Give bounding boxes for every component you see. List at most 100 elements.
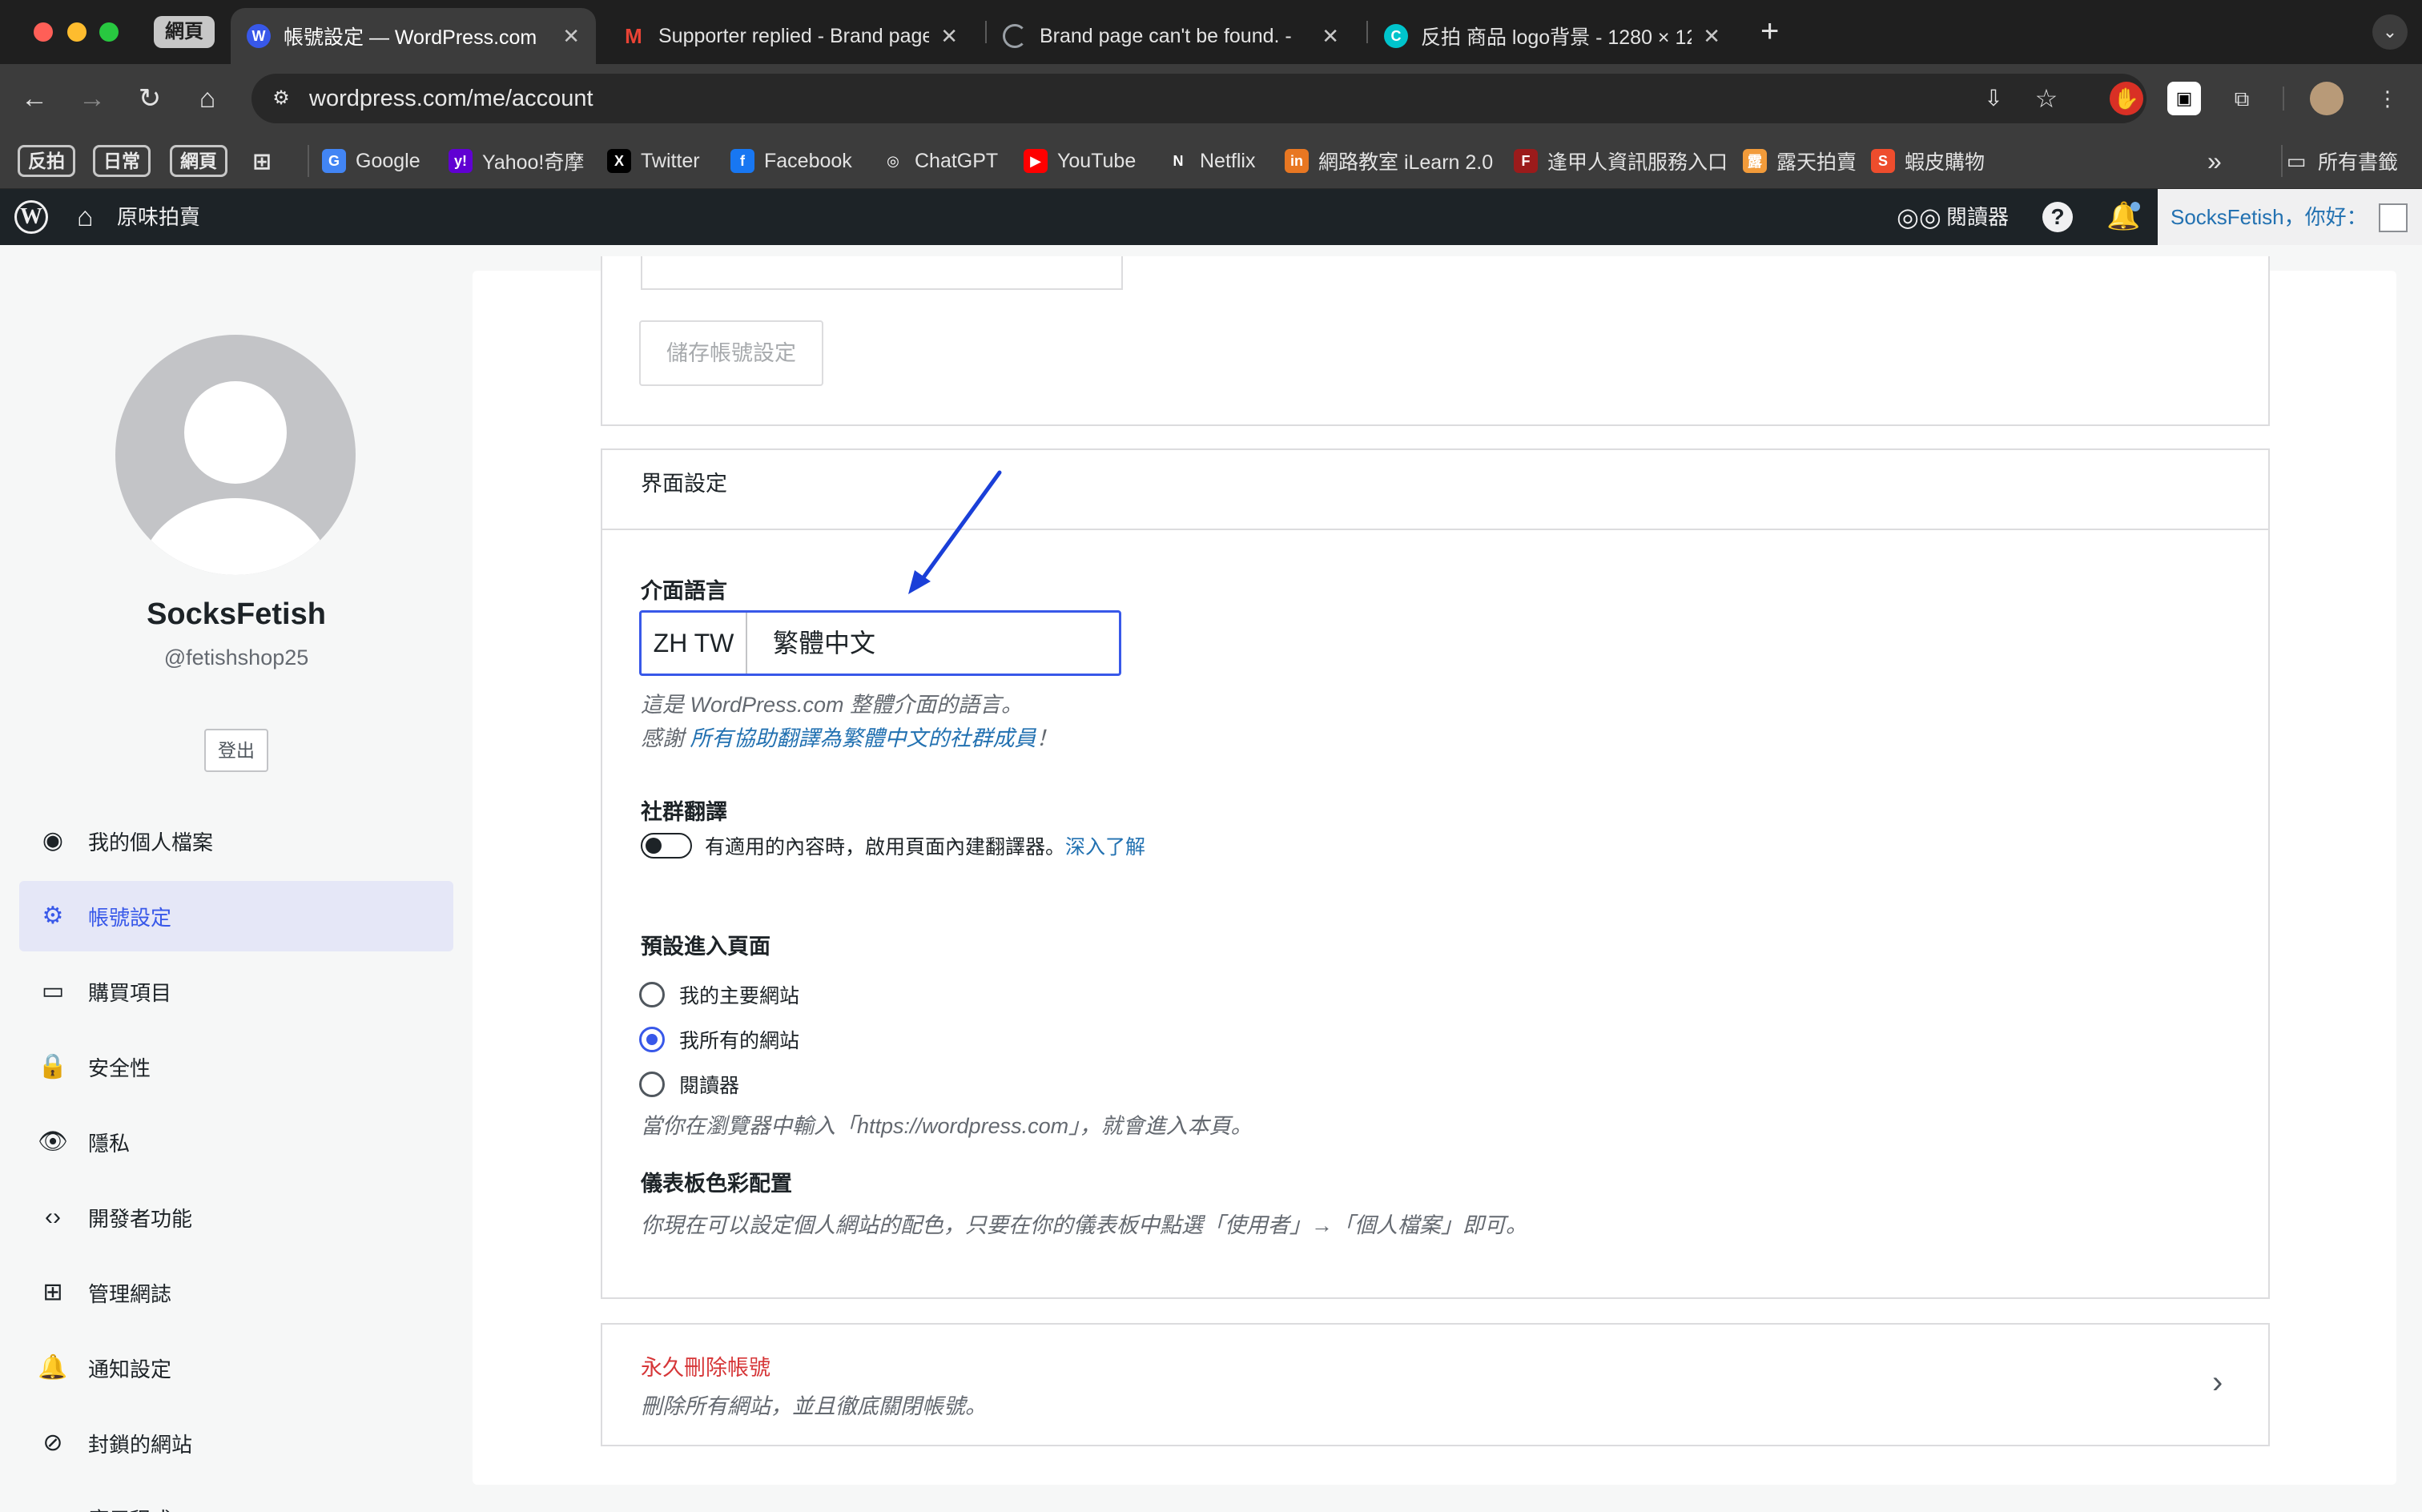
sidebar-item-credit-card[interactable]: ▭ 購買項目 bbox=[19, 956, 453, 1027]
logout-button[interactable]: 登出 bbox=[204, 729, 268, 772]
bookmark-1[interactable]: y! Yahoo!奇摩 bbox=[449, 133, 584, 189]
sidebar-item-label: 封鎖的網站 bbox=[88, 1432, 193, 1457]
profile-handle: @fetishshop25 bbox=[163, 645, 309, 670]
apps-grid-icon[interactable]: ⊞ bbox=[250, 133, 284, 189]
tab-canva[interactable]: C 反拍 商品 logo背景 - 1280 × 12 ✕ bbox=[1368, 8, 1736, 64]
wordpress-icon: W bbox=[247, 24, 271, 48]
language-name: 繁體中文 bbox=[773, 629, 876, 657]
address-bar[interactable]: ⚙ wordpress.com/me/account ⇩ ☆ bbox=[251, 74, 2146, 123]
delete-account-title[interactable]: 永久刪除帳號 bbox=[641, 1350, 770, 1381]
install-app-icon[interactable]: ⇩ bbox=[1980, 85, 2007, 112]
close-tab-icon[interactable]: ✕ bbox=[562, 24, 580, 49]
extensions-puzzle-icon[interactable]: ⧉ bbox=[2225, 82, 2259, 115]
radio-button[interactable] bbox=[639, 982, 665, 1007]
sidebar-item-grid[interactable]: ⊞ 管理網誌 bbox=[19, 1257, 453, 1328]
new-tab-button[interactable]: + bbox=[1760, 13, 1779, 50]
chevron-right-icon[interactable]: › bbox=[2212, 1365, 2223, 1401]
close-tab-icon[interactable]: ✕ bbox=[940, 24, 958, 49]
bookmark-4[interactable]: ◎ ChatGPT bbox=[881, 133, 998, 189]
close-tab-icon[interactable]: ✕ bbox=[1322, 24, 1339, 49]
bookmarks-overflow-icon[interactable]: » bbox=[2207, 133, 2222, 189]
radio-label: 我的主要網站 bbox=[679, 985, 800, 1007]
radio-button[interactable] bbox=[639, 1027, 665, 1052]
reader-link[interactable]: 閱讀器 bbox=[1946, 189, 2009, 245]
user-greeting-menu[interactable]: SocksFetish，你好： bbox=[2158, 189, 2422, 245]
bookmark-folder-daily[interactable]: 日常 bbox=[93, 145, 151, 177]
landing-option-2[interactable]: 閱讀器 bbox=[639, 1070, 739, 1099]
bookmark-favicon-icon: ◎ bbox=[881, 149, 905, 173]
sidebar-item-profile[interactable]: ◉ 我的個人檔案 bbox=[19, 806, 453, 876]
delete-account-row[interactable] bbox=[601, 1323, 2270, 1446]
translators-link[interactable]: 所有協助翻譯為繁體中文的社群成員 bbox=[690, 726, 1036, 750]
tab-title: Brand page can't be found. - bbox=[1040, 24, 1292, 47]
bookmark-folder-fanpai[interactable]: 反拍 bbox=[18, 145, 75, 177]
sidebar-item-block[interactable]: ⊘ 封鎖的網站 bbox=[19, 1408, 453, 1478]
browser-menu-icon[interactable]: ⋮ bbox=[2371, 82, 2404, 115]
divider bbox=[308, 145, 324, 177]
bookmark-favicon-icon: f bbox=[730, 149, 754, 173]
wordpress-logo-icon[interactable]: W bbox=[14, 200, 48, 234]
avatar[interactable] bbox=[115, 335, 356, 575]
sidebar-item-code[interactable]: ‹› 開發者功能 bbox=[19, 1182, 453, 1253]
tab-gmail[interactable]: M Supporter replied - Brand page ✕ bbox=[606, 8, 974, 64]
minimize-window-button[interactable] bbox=[67, 22, 86, 42]
sidebar-item-label: 安全性 bbox=[88, 1056, 151, 1080]
bookmark-10[interactable]: S 蝦皮購物 bbox=[1871, 133, 1985, 189]
sidebar-item-label: 帳號設定 bbox=[88, 905, 172, 930]
close-window-button[interactable] bbox=[34, 22, 53, 42]
sidebar-item-gear[interactable]: ⚙ 帳號設定 bbox=[19, 881, 453, 951]
bookmark-star-icon[interactable]: ☆ bbox=[2033, 85, 2060, 112]
all-bookmarks[interactable]: ▭ 所有書籤 bbox=[2284, 133, 2398, 189]
text-input[interactable] bbox=[641, 256, 1123, 290]
bookmark-label: YouTube bbox=[1057, 149, 1137, 172]
interface-language-label: 介面語言 bbox=[641, 579, 727, 603]
sidebar-item-apps[interactable]: ● 應用程式 bbox=[19, 1483, 453, 1512]
bookmark-7[interactable]: in 網路教室 iLearn 2.0 bbox=[1285, 133, 1493, 189]
bookmark-8[interactable]: F 逢甲人資訊服務入口 bbox=[1514, 133, 1728, 189]
radio-button[interactable] bbox=[639, 1072, 665, 1097]
sidebar-item-lock[interactable]: 🔒 安全性 bbox=[19, 1031, 453, 1102]
bookmark-folder-web[interactable]: 網頁 bbox=[170, 145, 227, 177]
bookmark-favicon-icon: in bbox=[1285, 149, 1309, 173]
landing-option-0[interactable]: 我的主要網站 bbox=[639, 980, 799, 1009]
notification-dot bbox=[2130, 202, 2140, 211]
home-icon[interactable]: ⌂ bbox=[77, 202, 94, 232]
bookmark-0[interactable]: G Google bbox=[322, 133, 420, 189]
bookmark-9[interactable]: 露露天拍賣 bbox=[1743, 133, 1857, 189]
url-text[interactable]: wordpress.com/me/account bbox=[309, 74, 593, 123]
sidebar-item-label: 管理網誌 bbox=[88, 1281, 172, 1306]
interface-language-selector[interactable]: ZH TW 繁體中文 bbox=[639, 610, 1121, 676]
tab-brand-page[interactable]: Brand page can't be found. - ✕ bbox=[987, 8, 1355, 64]
site-name-link[interactable]: 原味拍賣 bbox=[117, 189, 200, 245]
bookmark-favicon-icon: N bbox=[1166, 149, 1190, 173]
zoom-window-button[interactable] bbox=[99, 22, 119, 42]
profile-avatar-icon[interactable] bbox=[2310, 82, 2344, 115]
bookmark-5[interactable]: ▶ YouTube bbox=[1024, 133, 1136, 189]
forward-icon[interactable]: → bbox=[74, 80, 111, 117]
bookmark-label: Facebook bbox=[764, 149, 852, 172]
bookmark-2[interactable]: X Twitter bbox=[607, 133, 700, 189]
bookmark-6[interactable]: N Netflix bbox=[1166, 133, 1255, 189]
close-tab-icon[interactable]: ✕ bbox=[1703, 24, 1720, 49]
save-account-settings-button[interactable]: 儲存帳號設定 bbox=[639, 320, 823, 386]
sidebar-item-label: 應用程式 bbox=[88, 1504, 171, 1512]
adblock-extension-icon[interactable]: ✋ bbox=[2110, 82, 2143, 115]
landing-option-1[interactable]: 我所有的網站 bbox=[639, 1025, 799, 1054]
reload-icon[interactable]: ↻ bbox=[131, 80, 168, 117]
sidebar-item-bell[interactable]: 🔔 通知設定 bbox=[19, 1333, 453, 1403]
qr-extension-icon[interactable]: ▣ bbox=[2167, 82, 2201, 115]
site-info-icon[interactable]: ⚙ bbox=[268, 85, 295, 112]
tab-search-button[interactable]: ⌄ bbox=[2372, 14, 2408, 50]
home-icon[interactable]: ⌂ bbox=[189, 80, 226, 117]
back-icon[interactable]: ← bbox=[16, 80, 53, 117]
tab-wordpress-account[interactable]: W 帳號設定 — WordPress.com ✕ bbox=[231, 8, 596, 64]
tab-group-label[interactable]: 網頁 bbox=[154, 16, 215, 48]
help-icon[interactable]: ? bbox=[2042, 202, 2073, 232]
community-translation-toggle[interactable] bbox=[641, 833, 692, 859]
reader-glasses-icon[interactable]: ◎◎ bbox=[1897, 202, 1941, 232]
learn-more-link[interactable]: 深入了解 bbox=[1065, 836, 1145, 859]
bookmark-3[interactable]: f Facebook bbox=[730, 133, 852, 189]
sidebar-item-eye[interactable]: 👁 隱私 bbox=[19, 1107, 453, 1177]
avatar-head bbox=[184, 381, 287, 484]
profile-icon: ◉ bbox=[42, 827, 64, 854]
